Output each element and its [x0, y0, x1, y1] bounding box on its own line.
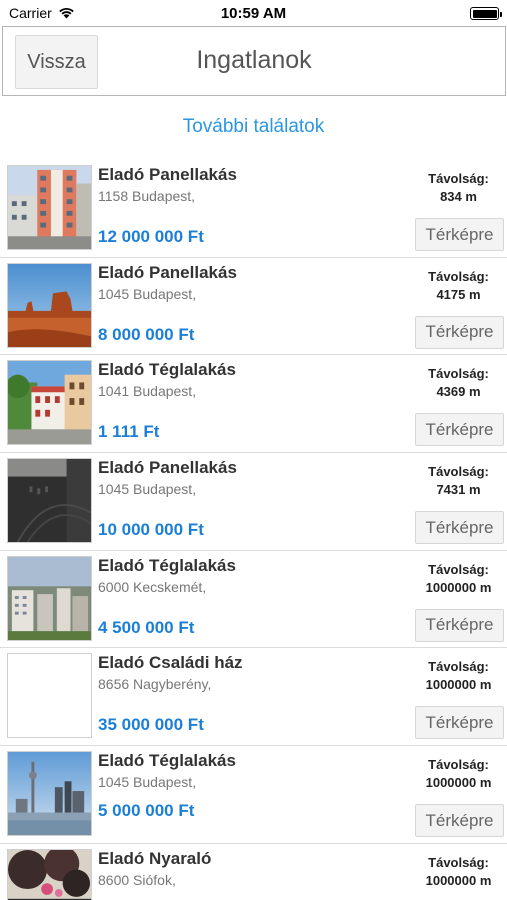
- back-button[interactable]: Vissza: [15, 35, 98, 89]
- tree-photo: [7, 848, 92, 900]
- distance-value: 7431 m: [436, 482, 481, 498]
- listing-address: 8600 Siófok,: [98, 871, 176, 888]
- distance-value: 1000000 m: [425, 872, 492, 888]
- listing-address: 6000 Kecskemét,: [98, 578, 207, 595]
- listing-row[interactable]: Eladó Téglalakás 1045 Budapest, 5 000 00…: [0, 746, 507, 844]
- listing-row[interactable]: Eladó Téglalakás 1041 Budapest, 1 111 Ft…: [0, 355, 507, 454]
- listing-row[interactable]: Eladó Panellakás 1158 Budapest, 12 000 0…: [0, 160, 507, 258]
- listing-row[interactable]: Eladó Panellakás 1045 Budapest, 10 000 0…: [0, 453, 507, 551]
- listing-row[interactable]: Eladó Téglalakás 6000 Kecskemét, 4 500 0…: [0, 551, 507, 649]
- listing-address: 1045 Budapest,: [98, 481, 197, 498]
- distance-value: 4175 m: [436, 286, 481, 302]
- distance-value: 834 m: [440, 189, 477, 204]
- listing-price: 1 111 Ft: [98, 422, 160, 442]
- listing-address: 8656 Nagyberény,: [98, 676, 212, 693]
- status-time: 10:59 AM: [220, 5, 287, 22]
- battery-icon: [470, 7, 502, 20]
- distance-value: 1000000 m: [425, 677, 492, 693]
- distance-value: 1000000 m: [425, 775, 492, 791]
- listing-address: 1045 Budapest,: [98, 285, 197, 302]
- listing-title: Eladó Panellakás: [98, 165, 237, 184]
- listing-title: Eladó Panellakás: [98, 458, 237, 478]
- listing-title: Eladó Téglalakás: [98, 555, 236, 575]
- desert-photo: [7, 262, 92, 348]
- dark-wall-photo: [7, 458, 92, 544]
- listing-price: 12 000 000 Ft: [98, 227, 204, 246]
- listing-price: 4 500 000 Ft: [98, 617, 195, 637]
- map-button[interactable]: Térképre: [415, 511, 504, 545]
- listing-title: Eladó Téglalakás: [98, 751, 236, 771]
- listing-price: 35 000 000 Ft: [98, 715, 204, 735]
- listing-title: Eladó Téglalakás: [98, 360, 236, 380]
- listing-price: 10 000 000 Ft: [98, 520, 204, 540]
- map-button[interactable]: Térképre: [415, 218, 504, 251]
- map-button[interactable]: Térképre: [415, 413, 504, 447]
- street-photo: [7, 360, 92, 446]
- listing-address: 1045 Budapest,: [98, 774, 197, 791]
- distance-label: Távolság:: [428, 366, 489, 382]
- listing-row[interactable]: Eladó Nyaraló 8600 Siófok, Távolság: 100…: [0, 844, 507, 900]
- empty-photo: [7, 653, 92, 739]
- listing-title: Eladó Nyaraló: [98, 848, 212, 868]
- listing-price: 8 000 000 Ft: [98, 324, 195, 344]
- distance-label: Távolság:: [428, 561, 489, 577]
- listing-address: 1158 Budapest,: [98, 188, 196, 204]
- navbar: Vissza Ingatlanok: [2, 26, 506, 96]
- listing-address: 1041 Budapest,: [98, 383, 197, 400]
- distance-label: Távolság:: [428, 854, 489, 870]
- distance-label: Távolság:: [428, 757, 489, 773]
- distance-label: Távolság:: [428, 659, 489, 675]
- listing-price: 5 000 000 Ft: [98, 801, 195, 821]
- skyline-photo: [7, 751, 92, 837]
- listing-title: Eladó Családi ház: [98, 653, 243, 673]
- map-button[interactable]: Térképre: [415, 315, 504, 349]
- city-photo: [7, 555, 92, 641]
- listing-list: Eladó Panellakás 1158 Budapest, 12 000 0…: [0, 160, 507, 900]
- status-bar: Carrier 10:59 AM: [0, 0, 507, 26]
- distance-label: Távolság:: [428, 464, 489, 480]
- distance-label: Távolság:: [428, 268, 489, 284]
- map-button[interactable]: Térképre: [415, 608, 504, 642]
- distance-value: 4369 m: [436, 384, 481, 400]
- map-button[interactable]: Térképre: [415, 804, 504, 838]
- more-results-link[interactable]: További találatok: [0, 116, 507, 138]
- listing-row[interactable]: Eladó Családi ház 8656 Nagyberény, 35 00…: [0, 648, 507, 747]
- map-button[interactable]: Térképre: [415, 706, 504, 740]
- building-photo: [7, 165, 92, 250]
- listing-title: Eladó Panellakás: [98, 262, 237, 282]
- distance-value: 1000000 m: [425, 579, 492, 595]
- listing-row[interactable]: Eladó Panellakás 1045 Budapest, 8 000 00…: [0, 258, 507, 356]
- distance-label: Távolság:: [428, 171, 489, 186]
